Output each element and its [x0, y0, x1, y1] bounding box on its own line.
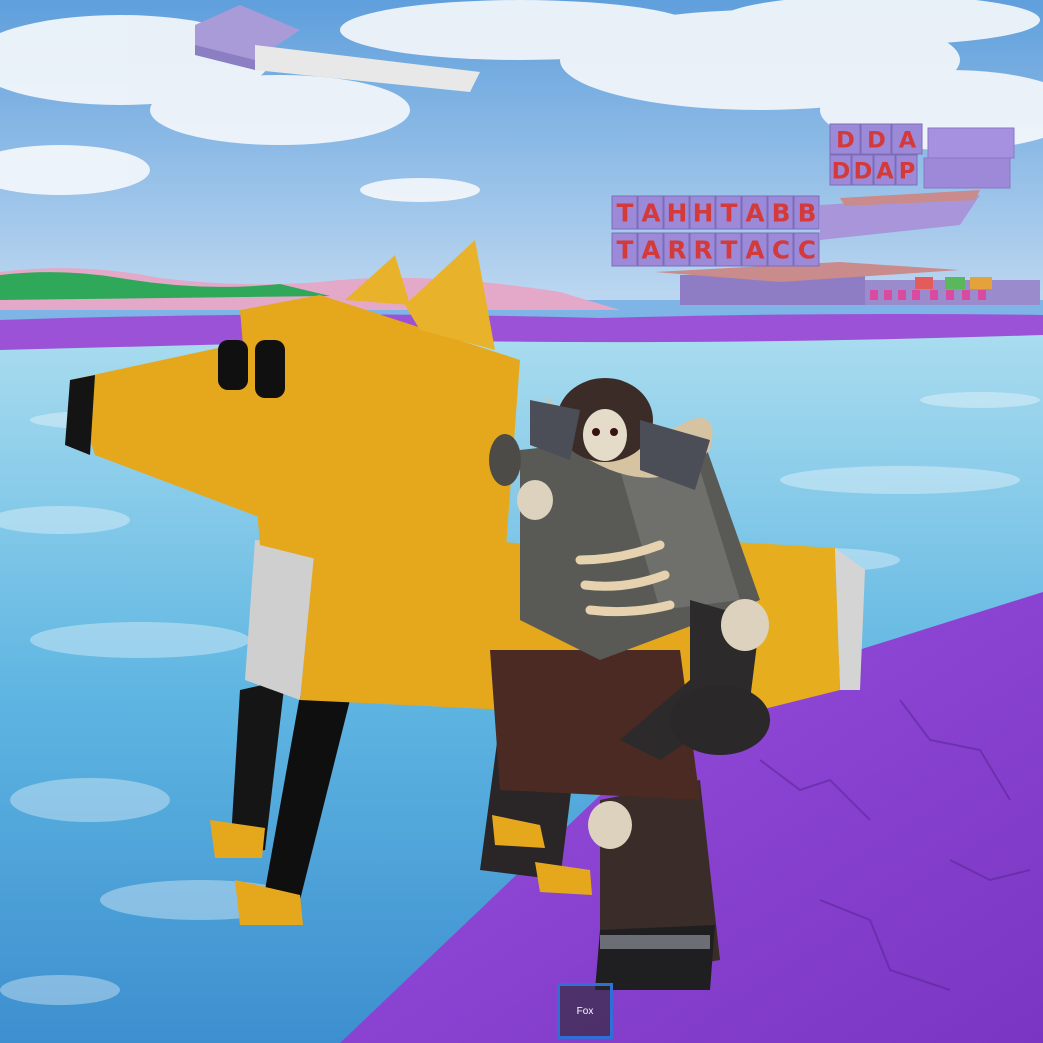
letter-block: D	[860, 123, 892, 155]
letter-block: H	[663, 195, 690, 230]
letter-block-text: T	[617, 199, 634, 228]
letter-block: A	[741, 232, 768, 267]
letter-block: D	[851, 154, 874, 186]
letter-block: A	[637, 195, 664, 230]
letter-block: R	[663, 232, 690, 267]
letter-block-text: T	[721, 199, 738, 228]
letter-block-text: A	[641, 199, 661, 228]
letter-block: H	[689, 195, 716, 230]
letter-block-text: B	[798, 199, 817, 228]
letter-block-text: A	[641, 236, 661, 265]
game-viewport[interactable]: D D AD D A P T A H H T A B BT A R R T A C C	[0, 0, 1043, 1043]
letter-block-text: A	[876, 158, 894, 184]
letter-block-text: A	[899, 127, 917, 153]
letter-block-text: T	[617, 236, 634, 265]
letter-sign-upper-right: D D AD D A P	[829, 123, 923, 186]
letter-block: B	[793, 195, 820, 230]
hotbar-slot-fox[interactable]: Fox	[557, 983, 613, 1039]
letter-block-text: P	[899, 158, 916, 184]
hotbar-slot-label: Fox	[576, 1005, 594, 1017]
letter-block: R	[689, 232, 716, 267]
letter-block-text: H	[667, 199, 688, 228]
letter-block: B	[767, 195, 794, 230]
blank-block-stack	[923, 127, 1015, 189]
letter-block-text: R	[667, 236, 686, 265]
letter-block-text: D	[854, 158, 873, 184]
letter-block: A	[741, 195, 768, 230]
letter-block-text: A	[745, 236, 765, 265]
letter-block-text: C	[798, 236, 816, 265]
letter-block-text: T	[721, 236, 738, 265]
letter-block-text: C	[772, 236, 790, 265]
letter-block-text: D	[836, 127, 855, 153]
letter-block: T	[611, 232, 638, 267]
letter-block: D	[829, 154, 852, 186]
letter-block: T	[715, 195, 742, 230]
letter-block-text: D	[832, 158, 851, 184]
letter-block-text: R	[693, 236, 712, 265]
letter-block-text: A	[745, 199, 765, 228]
letter-block-text: B	[772, 199, 791, 228]
letter-block: A	[637, 232, 664, 267]
letter-block: T	[715, 232, 742, 267]
letter-block: C	[793, 232, 820, 267]
letter-block: A	[891, 123, 923, 155]
letter-block: D	[829, 123, 861, 155]
letter-block: C	[767, 232, 794, 267]
letter-block: P	[895, 154, 918, 186]
letter-block: T	[611, 195, 638, 230]
letter-block: A	[873, 154, 896, 186]
letter-block-text: D	[867, 127, 886, 153]
letter-block-text: H	[693, 199, 714, 228]
